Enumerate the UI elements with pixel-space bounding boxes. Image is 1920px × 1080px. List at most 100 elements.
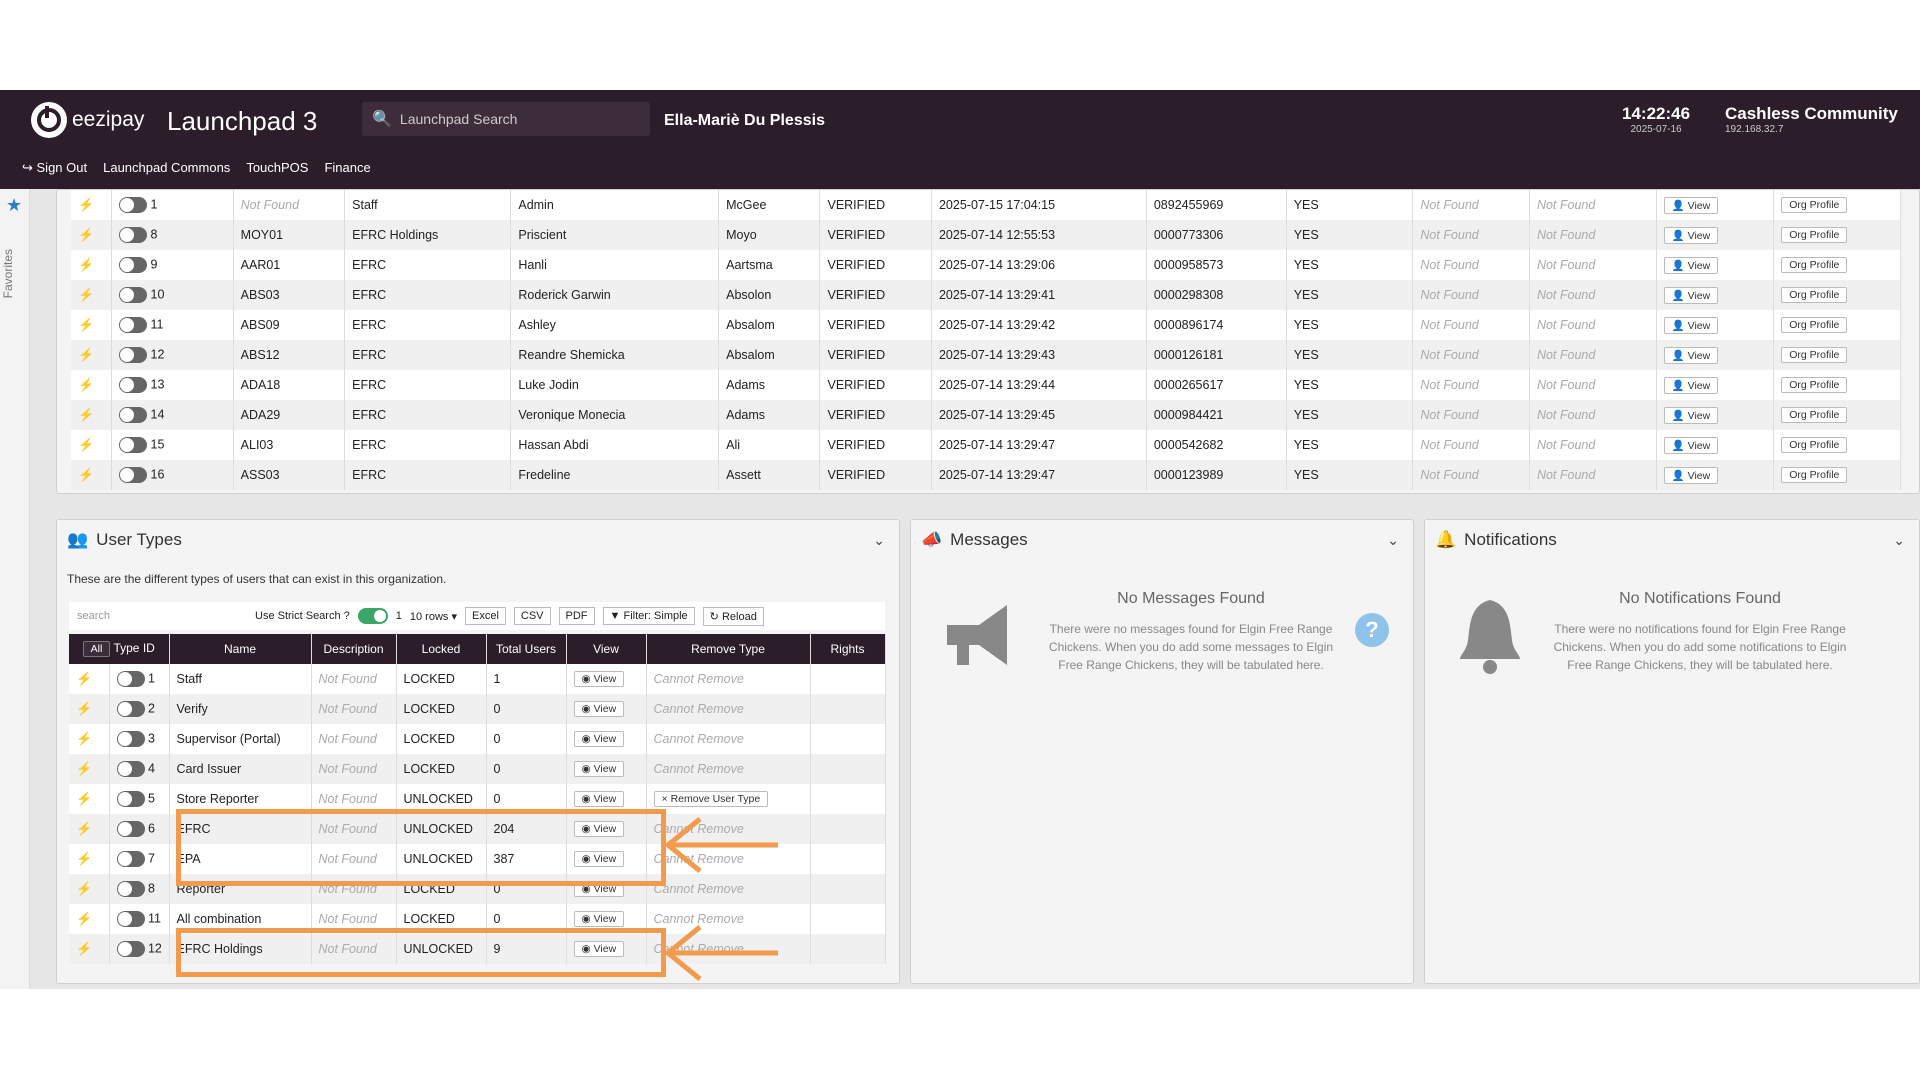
sign-out-link[interactable]: ↪ Sign Out <box>22 160 87 176</box>
pdf-button[interactable]: PDF <box>558 607 595 625</box>
csv-button[interactable]: CSV <box>513 607 551 625</box>
row-toggle[interactable] <box>119 287 148 303</box>
bolt-icon[interactable]: ⚡ <box>76 791 92 806</box>
bolt-icon[interactable]: ⚡ <box>76 731 92 746</box>
chevron-down-icon[interactable]: ⌄ <box>1893 532 1905 549</box>
last-name: Ali <box>718 430 821 460</box>
bolt-icon[interactable]: ⚡ <box>76 671 92 686</box>
bolt-icon[interactable]: ⚡ <box>78 257 94 272</box>
row-toggle[interactable] <box>116 761 145 777</box>
org-profile-button[interactable]: Org Profile <box>1781 287 1848 303</box>
bolt-icon[interactable]: ⚡ <box>76 761 92 776</box>
bolt-icon[interactable]: ⚡ <box>76 911 92 926</box>
excel-button[interactable]: Excel <box>465 607 506 625</box>
page-number[interactable]: 1 <box>396 610 402 622</box>
menu-launchpad-commons[interactable]: Launchpad Commons <box>103 160 230 176</box>
row-toggle[interactable] <box>119 437 148 453</box>
row-toggle[interactable] <box>119 407 148 423</box>
row-toggle[interactable] <box>116 881 145 897</box>
view-button[interactable]: ◉ View <box>573 761 625 777</box>
org-profile-button[interactable]: Org Profile <box>1781 407 1848 423</box>
row-toggle[interactable] <box>116 671 145 687</box>
star-icon[interactable]: ★ <box>6 195 22 216</box>
view-button[interactable]: ◉ View <box>573 731 625 747</box>
user-types-search-input[interactable]: search <box>77 610 247 622</box>
view-button[interactable]: ◉ View <box>573 701 625 717</box>
row-toggle[interactable] <box>119 317 148 333</box>
user-code: ABS09 <box>233 310 346 340</box>
view-button[interactable]: 👤 View <box>1663 436 1719 454</box>
bolt-icon[interactable]: ⚡ <box>78 287 94 302</box>
org-profile-button[interactable]: Org Profile <box>1781 347 1848 363</box>
reload-button[interactable]: ↻ Reload <box>702 606 764 626</box>
active-flag: YES <box>1286 220 1414 250</box>
row-toggle[interactable] <box>119 227 148 243</box>
view-button[interactable]: 👤 View <box>1663 406 1719 424</box>
menu-finance[interactable]: Finance <box>324 160 370 176</box>
last-modified: 2025-07-14 13:29:47 <box>931 430 1147 460</box>
table-row: ⚡ 15 ALI03 EFRC Hassan Abdi Ali VERIFIED 2025-… <box>71 430 1901 460</box>
org-profile-button[interactable]: Org Profile <box>1781 197 1848 213</box>
view-button[interactable]: 👤 View <box>1663 256 1719 274</box>
chevron-down-icon[interactable]: ⌄ <box>1387 532 1399 549</box>
bolt-icon[interactable]: ⚡ <box>76 881 92 896</box>
total-users-header[interactable]: Total Users <box>486 634 567 664</box>
view-button[interactable]: 👤 View <box>1663 316 1719 334</box>
bolt-icon[interactable]: ⚡ <box>78 347 94 362</box>
rights-header[interactable]: Rights <box>810 634 886 664</box>
bolt-icon[interactable]: ⚡ <box>76 851 92 866</box>
filter-button[interactable]: ▼ Filter: Simple <box>602 607 695 625</box>
row-toggle[interactable] <box>119 197 148 213</box>
org-profile-button[interactable]: Org Profile <box>1781 377 1848 393</box>
locked-header[interactable]: Locked <box>396 634 487 664</box>
menu-touchpos[interactable]: TouchPOS <box>246 160 308 176</box>
bolt-icon[interactable]: ⚡ <box>78 467 94 482</box>
bolt-icon[interactable]: ⚡ <box>78 227 94 242</box>
row-toggle[interactable] <box>116 911 145 927</box>
row-toggle[interactable] <box>116 851 145 867</box>
launchpad-search-input[interactable]: 🔍 Launchpad Search <box>362 102 650 136</box>
org-profile-button[interactable]: Org Profile <box>1781 317 1848 333</box>
row-toggle[interactable] <box>116 701 145 717</box>
name-header[interactable]: Name <box>169 634 312 664</box>
bolt-icon[interactable]: ⚡ <box>78 317 94 332</box>
row-toggle[interactable] <box>116 731 145 747</box>
view-button[interactable]: ◉ View <box>573 911 625 927</box>
view-button[interactable]: 👤 View <box>1663 226 1719 244</box>
row-toggle[interactable] <box>119 257 148 273</box>
bolt-icon[interactable]: ⚡ <box>78 377 94 392</box>
row-toggle[interactable] <box>119 467 148 483</box>
all-toggle[interactable]: All <box>82 641 111 657</box>
row-toggle[interactable] <box>119 377 148 393</box>
bolt-icon[interactable]: ⚡ <box>76 821 92 836</box>
strict-search-toggle[interactable] <box>357 608 388 624</box>
bolt-icon[interactable]: ⚡ <box>76 701 92 716</box>
description-header[interactable]: Description <box>311 634 397 664</box>
remove-type-header[interactable]: Remove Type <box>646 634 811 664</box>
org-profile-button[interactable]: Org Profile <box>1781 257 1848 273</box>
row-toggle[interactable] <box>116 791 145 807</box>
bolt-icon[interactable]: ⚡ <box>78 437 94 452</box>
org-profile-button[interactable]: Org Profile <box>1781 227 1848 243</box>
rows-select[interactable]: 10 rows ▾ <box>410 610 457 623</box>
bolt-icon[interactable]: ⚡ <box>76 941 92 956</box>
view-button[interactable]: 👤 View <box>1663 286 1719 304</box>
row-toggle[interactable] <box>119 347 148 363</box>
chevron-down-icon[interactable]: ⌄ <box>873 532 885 549</box>
type-id-header[interactable]: All Type ID <box>69 634 170 664</box>
remove-user-type-button[interactable]: × Remove User Type <box>653 791 769 807</box>
bolt-icon[interactable]: ⚡ <box>78 197 94 212</box>
help-icon[interactable]: ? <box>1355 613 1389 647</box>
org-profile-button[interactable]: Org Profile <box>1781 467 1848 483</box>
view-header[interactable]: View <box>566 634 647 664</box>
view-button[interactable]: 👤 View <box>1663 376 1719 394</box>
view-button[interactable]: 👤 View <box>1663 196 1719 214</box>
view-button[interactable]: ◉ View <box>573 791 625 807</box>
org-profile-button[interactable]: Org Profile <box>1781 437 1848 453</box>
view-button[interactable]: 👤 View <box>1663 346 1719 364</box>
view-button[interactable]: ◉ View <box>573 671 625 687</box>
row-toggle[interactable] <box>116 941 145 957</box>
view-button[interactable]: 👤 View <box>1663 466 1719 484</box>
bolt-icon[interactable]: ⚡ <box>78 407 94 422</box>
row-toggle[interactable] <box>116 821 145 837</box>
